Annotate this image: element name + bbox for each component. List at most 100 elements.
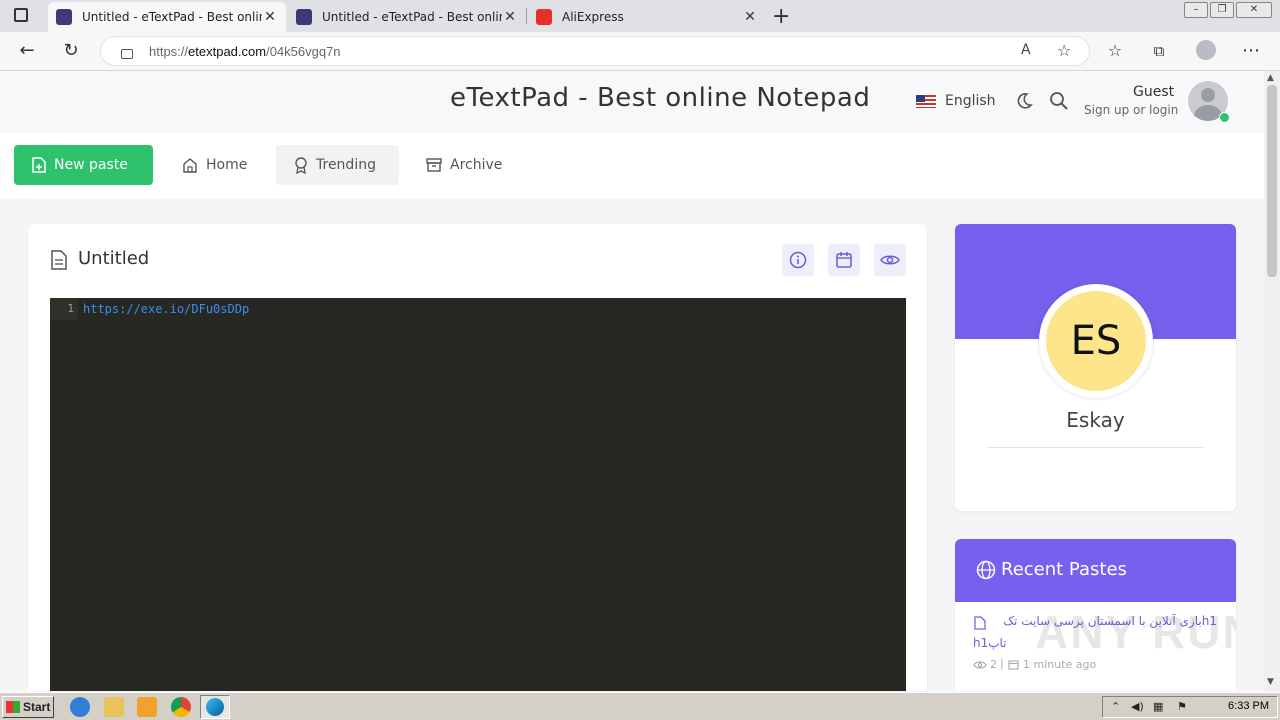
url-field[interactable]: https://etextpad.com/04k56vgq7n A ☆ — [100, 36, 1090, 66]
favorites-icon[interactable]: ☆ — [1102, 38, 1128, 64]
read-aloud-icon[interactable]: A — [1021, 42, 1031, 58]
search-icon[interactable] — [1049, 91, 1069, 114]
chrome-icon[interactable] — [171, 697, 191, 717]
volume-icon[interactable]: ◀) — [1131, 700, 1144, 713]
tab-title: Untitled - eTextPad - Best online N — [82, 10, 262, 24]
online-status-dot — [1219, 112, 1230, 123]
restore-button[interactable]: ❐ — [1210, 2, 1234, 18]
paste-card: Untitled 1 https://exe.io/DFu0sDDp — [28, 224, 927, 691]
refresh-icon[interactable]: ↻ — [58, 38, 84, 64]
paste-content-link[interactable]: https://exe.io/DFu0sDDp — [83, 298, 249, 320]
views-button[interactable] — [874, 244, 906, 276]
new-paste-button[interactable]: New paste — [14, 145, 153, 185]
nav-trending[interactable]: Trending — [276, 145, 399, 185]
network-icon[interactable]: ▦ — [1153, 700, 1163, 713]
new-tab-plus-icon[interactable]: + — [772, 4, 790, 29]
internet-explorer-icon[interactable] — [70, 697, 90, 717]
user-name: Guest — [1133, 84, 1175, 100]
language-selector[interactable]: English — [945, 93, 996, 109]
us-flag-icon — [916, 95, 936, 108]
site-title[interactable]: eTextPad - Best online Notepad — [450, 83, 870, 113]
tab-actions-icon[interactable] — [14, 8, 28, 22]
start-button[interactable]: Start — [2, 696, 54, 718]
recent-paste-time: 1 minute ago — [1023, 658, 1097, 671]
profile-name[interactable]: Eskay — [955, 408, 1236, 432]
new-file-icon — [32, 157, 46, 173]
tab-close-icon[interactable]: ✕ — [262, 9, 278, 25]
eye-icon — [973, 661, 987, 669]
address-bar: ← ↻ https://etextpad.com/04k56vgq7n A ☆ … — [0, 32, 1280, 71]
more-menu-icon[interactable]: ⋯ — [1238, 38, 1264, 64]
site-header: eTextPad - Best online Notepad English G… — [0, 71, 1264, 133]
tab-title: Untitled - eTextPad - Best online N — [322, 10, 502, 24]
nav-archive-label: Archive — [450, 157, 503, 173]
calendar-icon — [836, 252, 852, 268]
archive-box-icon — [426, 158, 442, 172]
lock-icon[interactable] — [121, 49, 133, 59]
home-icon — [183, 158, 197, 173]
media-player-icon[interactable] — [137, 697, 157, 717]
browser-tab-bar: Untitled - eTextPad - Best online N ✕ Un… — [0, 0, 1280, 32]
eye-icon — [880, 255, 900, 265]
aliexpress-favicon-icon — [536, 9, 552, 25]
paste-title: Untitled — [78, 248, 150, 269]
add-favorite-icon[interactable]: ☆ — [1057, 41, 1071, 60]
etextpad-favicon-icon — [56, 9, 72, 25]
profile-avatar[interactable]: ES — [1046, 291, 1146, 391]
start-label: Start — [23, 700, 51, 714]
system-tray: ⌃ ◀) ▦ ⚑ 6:33 PM — [1102, 696, 1278, 718]
windows-logo-icon — [6, 701, 20, 713]
url-path: /04k56vgq7n — [266, 44, 341, 59]
tab-close-icon[interactable]: ✕ — [502, 9, 518, 25]
code-editor[interactable]: 1 https://exe.io/DFu0sDDp — [50, 298, 906, 691]
tab-etextpad-1[interactable]: Untitled - eTextPad - Best online N ✕ — [48, 2, 286, 32]
signup-login-link[interactable]: Sign up or login — [1084, 103, 1178, 117]
tab-title: AliExpress — [562, 10, 624, 24]
globe-icon — [976, 560, 996, 580]
file-explorer-icon[interactable] — [104, 697, 124, 717]
close-window-button[interactable]: ✕ — [1236, 2, 1272, 18]
recent-paste-link-cont[interactable]: h1تاپ — [973, 636, 1007, 650]
scroll-up-arrow-icon[interactable]: ▲ — [1267, 73, 1274, 83]
document-icon — [51, 250, 67, 270]
info-icon — [789, 251, 807, 269]
profile-initials: ES — [1070, 318, 1122, 364]
scrollbar-thumb[interactable] — [1267, 85, 1277, 277]
tab-close-icon[interactable]: ✕ — [742, 9, 758, 25]
profile-card: ES Eskay — [955, 224, 1236, 511]
back-arrow-icon[interactable]: ← — [14, 38, 40, 64]
calendar-icon — [1008, 660, 1019, 670]
tray-expand-icon[interactable]: ⌃ — [1111, 700, 1120, 713]
recent-paste-views: 2 — [990, 658, 997, 671]
edge-taskbar-button[interactable] — [200, 695, 230, 719]
main-nav: New paste Home Trending Archive — [0, 133, 1264, 199]
edge-icon — [206, 698, 224, 716]
url-prefix: https:// — [149, 44, 189, 59]
etextpad-favicon-icon — [296, 9, 312, 25]
nav-home-label: Home — [206, 157, 248, 173]
tab-etextpad-2[interactable]: Untitled - eTextPad - Best online N ✕ — [288, 2, 526, 32]
award-icon — [295, 156, 307, 174]
nav-trending-label: Trending — [316, 157, 376, 173]
action-center-flag-icon[interactable]: ⚑ — [1177, 700, 1187, 713]
dark-mode-moon-icon[interactable] — [1014, 91, 1034, 114]
tab-aliexpress[interactable]: AliExpress ✕ — [528, 2, 766, 32]
clock: 6:33 PM — [1228, 700, 1269, 712]
anyrun-watermark: ANY RUN — [1035, 606, 1236, 658]
line-number: 1 — [50, 298, 78, 320]
url-domain: etextpad.com — [188, 44, 267, 59]
profile-avatar-icon[interactable] — [1196, 40, 1216, 60]
recent-pastes-card: Recent Pastes h1بازی آنلاین با اسمستان پ… — [955, 539, 1236, 691]
document-icon — [974, 616, 986, 630]
vertical-scrollbar[interactable]: ▲ ▼ — [1264, 71, 1280, 691]
collections-icon[interactable]: ⧉ — [1146, 38, 1172, 64]
windows-taskbar: Start ⌃ ◀) ▦ ⚑ 6:33 PM — [0, 692, 1280, 720]
nav-archive[interactable]: Archive — [408, 145, 520, 185]
calendar-button[interactable] — [828, 244, 860, 276]
new-paste-label: New paste — [54, 157, 128, 173]
scroll-down-arrow-icon[interactable]: ▼ — [1267, 677, 1274, 687]
nav-home[interactable]: Home — [164, 145, 265, 185]
info-button[interactable] — [782, 244, 814, 276]
minimize-button[interactable]: – — [1184, 2, 1208, 18]
divider — [987, 447, 1204, 448]
